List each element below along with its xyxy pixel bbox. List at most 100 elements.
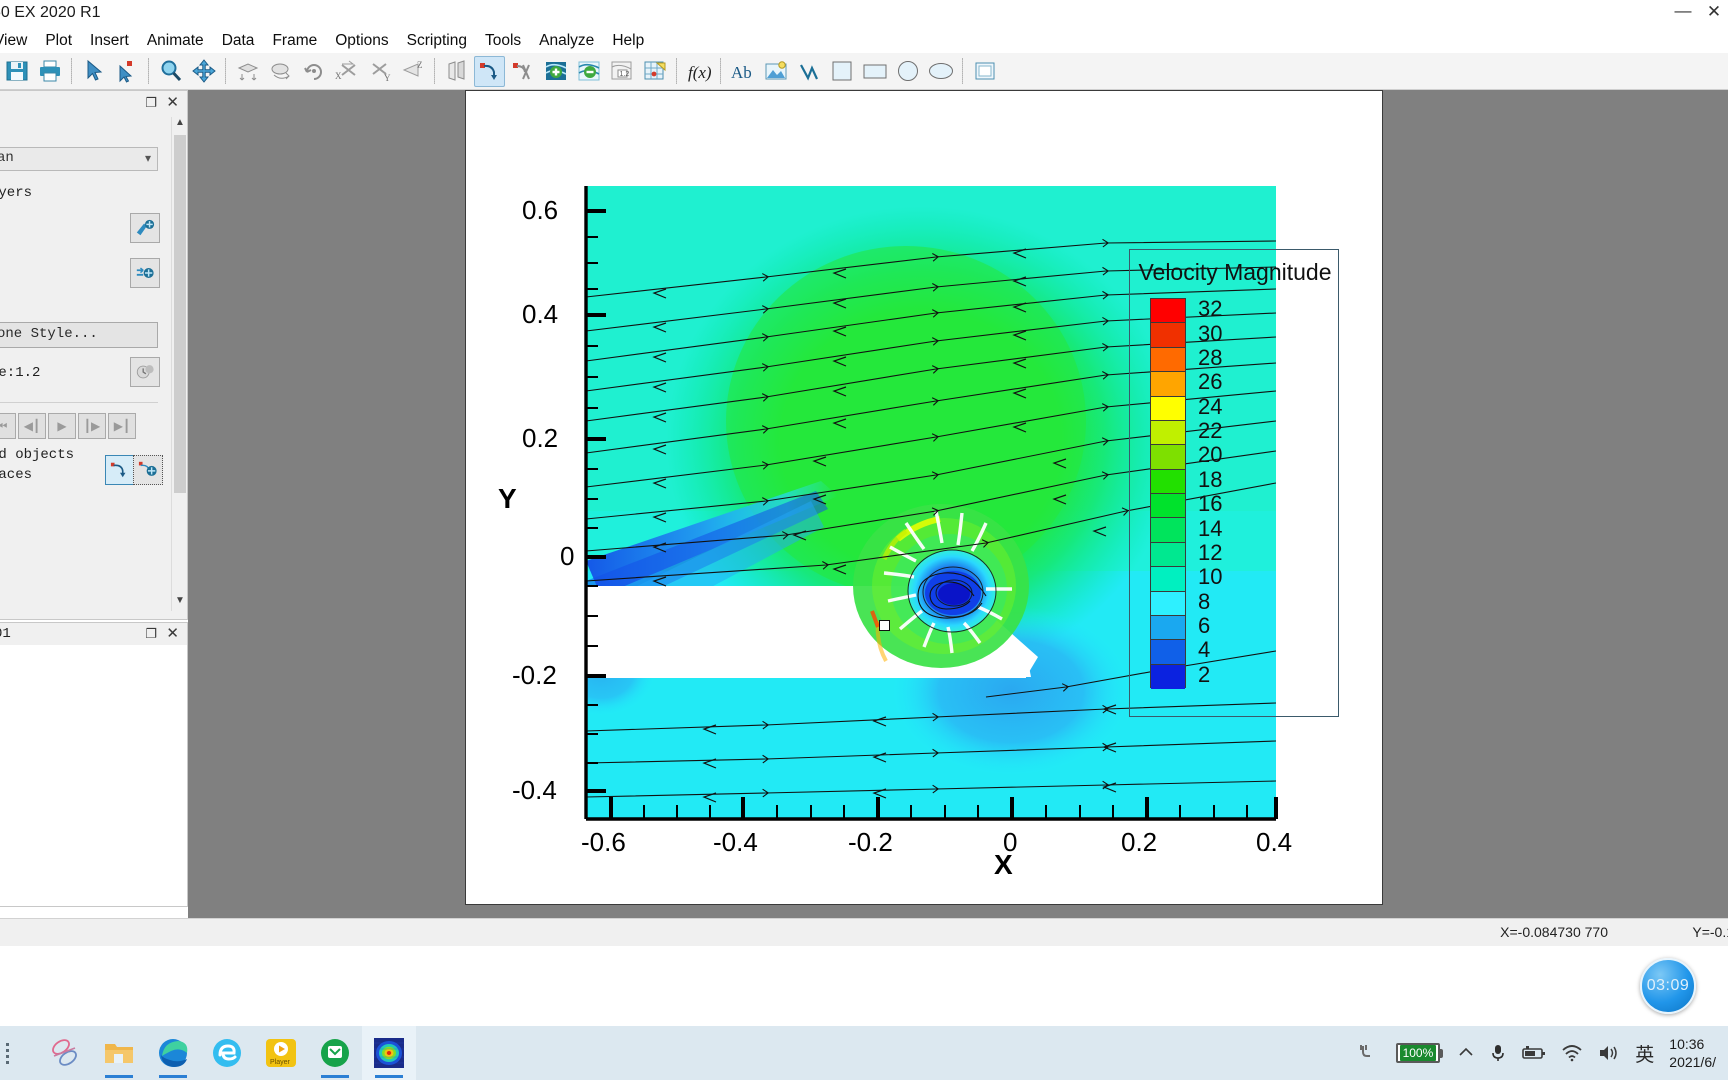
toolbar-separator	[71, 58, 72, 84]
plot-paper[interactable]: 0.6 0.4 0.2 0 -0.2 -0.4 Y -0.6 -0.4 -0.2…	[465, 90, 1383, 905]
colorbar-band	[1151, 615, 1185, 641]
menu-item-analyze[interactable]: Analyze	[530, 30, 603, 52]
zoom-icon[interactable]	[155, 56, 186, 87]
slice-icon[interactable]	[441, 56, 472, 87]
vector-details-button[interactable]	[130, 258, 160, 288]
colorbar-band	[1151, 445, 1185, 470]
colorbar-band	[1151, 494, 1185, 519]
system-tray: 100% 英 10:36 2021/6/	[1351, 1026, 1728, 1080]
menu-item-animate[interactable]: Animate	[138, 30, 213, 52]
save-icon[interactable]	[1, 56, 32, 87]
image-icon[interactable]	[760, 56, 791, 87]
print-icon[interactable]	[34, 56, 65, 87]
contour-legend[interactable]: Velocity Magnitude 32 30 28 26 24 22 20 18 16 14 1…	[1129, 249, 1339, 717]
zone-style-button[interactable]: one Style...	[0, 322, 158, 348]
browser-e-icon[interactable]	[200, 1026, 254, 1080]
battery-status-badge[interactable]: 100%	[1389, 1043, 1451, 1063]
rotate-z-icon[interactable]: Z	[397, 56, 428, 87]
wifi-icon[interactable]	[1554, 1044, 1590, 1062]
toolbar-separator	[434, 58, 435, 84]
colorbar-band	[1151, 347, 1185, 373]
taskbar-handle[interactable]	[6, 1042, 20, 1064]
fx-icon[interactable]: f(x)	[683, 56, 714, 87]
frame-icon[interactable]	[969, 56, 1000, 87]
adjust-point-icon[interactable]	[111, 56, 142, 87]
rectangle-icon[interactable]	[859, 56, 890, 87]
menu-item-scripting[interactable]: Scripting	[398, 30, 476, 52]
vcr-last-button[interactable]: ▶┃	[108, 413, 136, 439]
toolbar-separator	[225, 58, 226, 84]
ellipse-icon[interactable]	[925, 56, 956, 87]
lower-panel: ❐ ✕ 01	[0, 622, 188, 907]
file-explorer-icon[interactable]	[92, 1026, 146, 1080]
translate-icon[interactable]	[188, 56, 219, 87]
colorbar-tick-label: 4	[1198, 637, 1211, 663]
menu-item-options[interactable]: Options	[326, 30, 397, 52]
contour-details-button[interactable]	[130, 213, 160, 243]
clock-bubble[interactable]: 03:09	[1640, 958, 1696, 1014]
vcr-first-button[interactable]: ⏮	[0, 413, 16, 439]
menu-item-data[interactable]: Data	[213, 30, 264, 52]
contour-remove-icon[interactable]	[573, 56, 604, 87]
colorbar-tick-label: 8	[1198, 588, 1211, 614]
menu-item-view[interactable]: View	[0, 30, 36, 52]
polyline-icon[interactable]	[793, 56, 824, 87]
circle-icon[interactable]	[892, 56, 923, 87]
menu-item-plot[interactable]: Plot	[36, 30, 81, 52]
streamtrace-icon[interactable]	[474, 55, 505, 87]
chevron-up-icon[interactable]	[1450, 1044, 1482, 1062]
battery-icon[interactable]	[1514, 1044, 1554, 1062]
colorbar-tick-label: 28	[1198, 344, 1223, 370]
taskbar-clock[interactable]: 10:36 2021/6/	[1661, 1035, 1728, 1071]
streamtrace-toggle-button[interactable]	[105, 455, 135, 485]
x-tick-label: 0.2	[1121, 827, 1158, 857]
volume-icon[interactable]	[1590, 1044, 1628, 1062]
select-arrow-icon[interactable]	[78, 56, 109, 87]
legend-colorbar[interactable]	[1150, 298, 1186, 689]
rotate-twist-icon[interactable]	[298, 56, 329, 87]
toolbar-separator	[676, 58, 677, 84]
restore-icon[interactable]: ❐	[145, 95, 157, 111]
window-title: 60 EX 2020 R1	[0, 4, 101, 21]
player-icon[interactable]: Player	[254, 1026, 308, 1080]
square-icon[interactable]	[826, 56, 857, 87]
contour-plot[interactable]: 0.6 0.4 0.2 0 -0.2 -0.4 Y -0.6 -0.4 -0.2…	[466, 91, 1384, 906]
vcr-next-button[interactable]: ┃▶	[78, 413, 106, 439]
close-icon[interactable]: ✕	[166, 624, 179, 642]
rotate-roller-ball-icon[interactable]	[265, 56, 296, 87]
sidebar-scrollbar[interactable]: ▲ ▼	[171, 117, 187, 611]
time-details-button[interactable]	[130, 357, 160, 387]
text-icon[interactable]: Ab	[727, 56, 758, 87]
rotate-spherical-icon[interactable]	[232, 56, 263, 87]
plot-type-dropdown[interactable]: an ▾	[0, 147, 158, 171]
minimize-button[interactable]: —	[1666, 2, 1700, 24]
extract-points-icon[interactable]	[639, 56, 670, 87]
microphone-icon[interactable]	[1482, 1043, 1514, 1063]
rotate-y-icon[interactable]: Y	[364, 56, 395, 87]
cortana-icon[interactable]	[38, 1026, 92, 1080]
green-app-icon[interactable]	[308, 1026, 362, 1080]
menu-item-frame[interactable]: Frame	[263, 30, 326, 52]
streamtrace-details-button[interactable]	[133, 455, 163, 485]
power-plug-icon[interactable]	[1351, 1042, 1389, 1064]
edge-icon[interactable]	[146, 1026, 200, 1080]
vcr-play-button[interactable]: ▶	[48, 413, 76, 439]
menu-item-tools[interactable]: Tools	[476, 30, 530, 52]
scroll-down-icon[interactable]: ▼	[172, 595, 188, 611]
vcr-prev-button[interactable]: ◀┃	[18, 413, 46, 439]
ime-indicator[interactable]: 英	[1628, 1040, 1661, 1067]
contour-label-icon[interactable]: 1.2	[606, 56, 637, 87]
close-button[interactable]: ✕	[1700, 2, 1728, 24]
contour-add-icon[interactable]	[540, 56, 571, 87]
scroll-up-icon[interactable]: ▲	[172, 117, 188, 133]
rotate-x-icon[interactable]: X	[331, 56, 362, 87]
menu-item-insert[interactable]: Insert	[81, 30, 138, 52]
y-tick-label: 0.6	[522, 195, 559, 225]
scrollbar-thumb[interactable]	[174, 135, 186, 493]
menu-item-help[interactable]: Help	[603, 30, 653, 52]
close-icon[interactable]: ✕	[166, 93, 179, 111]
colorbar-tick-label: 6	[1198, 613, 1211, 639]
streamtrace-terminate-icon[interactable]	[507, 56, 538, 87]
restore-icon[interactable]: ❐	[145, 626, 157, 642]
tecplot-icon[interactable]	[362, 1026, 416, 1080]
